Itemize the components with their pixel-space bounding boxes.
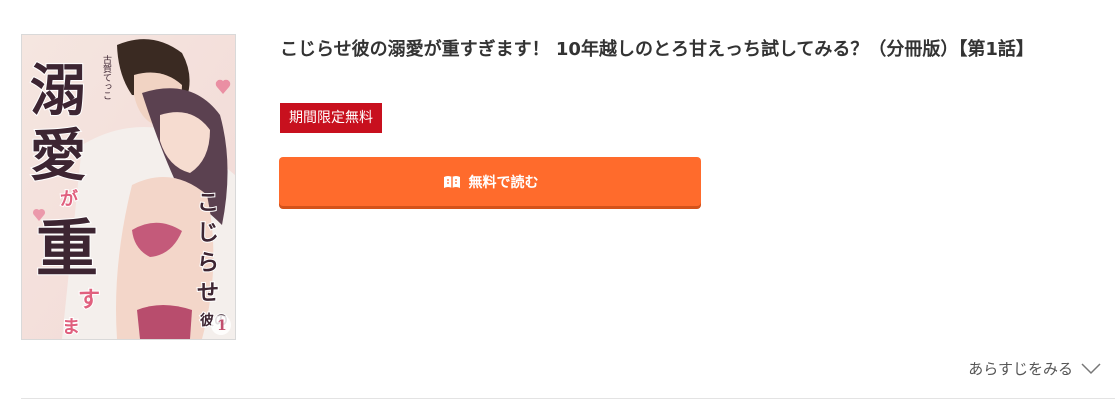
- cover-subtitle-char-4: せ: [197, 281, 219, 306]
- section-divider: [21, 398, 1115, 399]
- read-free-button-label: 無料で読む: [468, 174, 539, 191]
- book-cover[interactable]: 溺 愛 が 重 す ま こ じ ら せ 彼の 古賀てっこ 1: [21, 34, 236, 340]
- chevron-down-icon: [1081, 362, 1101, 375]
- cover-illustration: 溺 愛 が 重 す ま こ じ ら せ 彼の 古賀てっこ 1: [22, 35, 235, 339]
- synopsis-toggle-label: あらすじをみる: [968, 360, 1073, 378]
- cover-subtitle-char-2: じ: [197, 221, 219, 246]
- cover-title-char-5: す: [78, 288, 100, 313]
- book-icon: [442, 174, 462, 190]
- cover-author: 古賀てっこ: [101, 54, 112, 100]
- cover-title-char-2: 愛: [30, 123, 86, 189]
- cover-title-char-1: 溺: [30, 58, 86, 124]
- book-title[interactable]: こじらせ彼の溺愛が重すぎます！ 10年越しのとろ甘えっち試してみる？（分冊版）【…: [280, 36, 1080, 64]
- cover-title-char-4: 重: [36, 212, 98, 285]
- cover-title-char-6: ま: [62, 317, 80, 338]
- cover-subtitle-char-1: こ: [197, 191, 219, 216]
- read-free-button[interactable]: 無料で読む: [279, 157, 701, 206]
- cover-volume-number: 1: [217, 318, 227, 334]
- limited-free-badge: 期間限定無料: [280, 103, 382, 133]
- cover-title-char-3: が: [60, 188, 78, 210]
- cover-subtitle-char-3: ら: [197, 251, 219, 276]
- synopsis-toggle[interactable]: あらすじをみる: [968, 358, 1101, 379]
